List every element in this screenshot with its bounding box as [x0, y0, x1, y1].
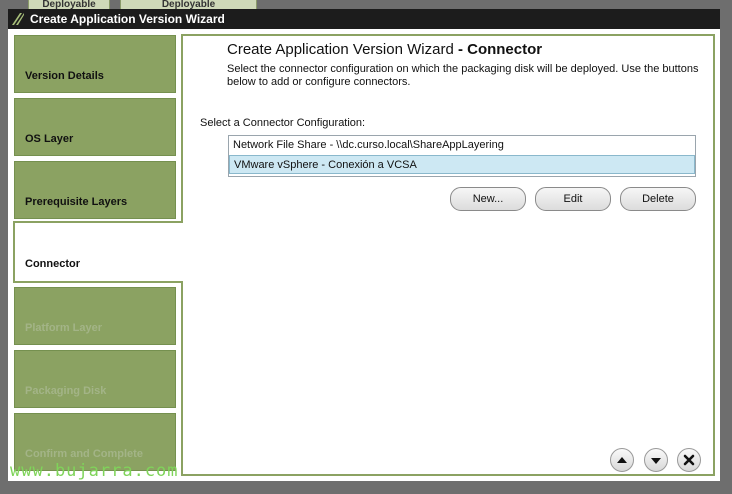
connector-select-label: Select a Connector Configuration:: [200, 117, 366, 129]
window-title: Create Application Version Wizard: [30, 12, 225, 26]
previous-step-button[interactable]: [610, 448, 634, 472]
arrow-down-icon: [651, 458, 661, 464]
step-label: Packaging Disk: [25, 385, 107, 397]
page-title: Create Application Version Wizard - Conn…: [227, 41, 542, 58]
arrow-up-icon: [617, 457, 627, 463]
wizard-dialog: Version Details OS Layer Prerequisite La…: [8, 29, 720, 481]
close-wizard-button[interactable]: [677, 448, 701, 472]
new-connector-button[interactable]: New...: [450, 187, 526, 211]
step-label: Prerequisite Layers: [25, 196, 128, 208]
page-description: Select the connector configuration on wh…: [227, 63, 699, 88]
step-platform-layer: Platform Layer: [14, 287, 176, 345]
window-titlebar: Create Application Version Wizard: [8, 9, 720, 29]
edit-connector-button[interactable]: Edit: [535, 187, 611, 211]
step-prerequisite-layers[interactable]: Prerequisite Layers: [14, 161, 176, 219]
page-title-step: - Connector: [457, 41, 543, 58]
step-label: Confirm and Complete: [25, 448, 143, 460]
unidesk-logo-icon: [11, 12, 25, 26]
step-packaging-disk: Packaging Disk: [14, 350, 176, 408]
step-label: OS Layer: [25, 133, 74, 145]
step-version-details[interactable]: Version Details: [14, 35, 176, 93]
page-title-prefix: Create Application Version Wizard: [227, 41, 454, 58]
wizard-steps-nav: Version Details OS Layer Prerequisite La…: [8, 29, 183, 481]
delete-connector-button[interactable]: Delete: [620, 187, 696, 211]
step-label: Platform Layer: [25, 322, 103, 334]
step-label: Version Details: [25, 70, 104, 82]
step-label: Connector: [25, 258, 80, 270]
site-watermark: www.bujarra.com: [10, 461, 179, 481]
connector-item-vmware-vsphere[interactable]: VMware vSphere - Conexión a VCSA: [229, 155, 695, 174]
connector-item-network-file-share[interactable]: Network File Share - \\dc.curso.local\Sh…: [229, 136, 695, 155]
step-os-layer[interactable]: OS Layer: [14, 98, 176, 156]
content-panel: Create Application Version Wizard - Conn…: [183, 34, 715, 476]
step-connector[interactable]: Connector: [13, 221, 183, 283]
close-icon: [683, 454, 695, 466]
next-step-button[interactable]: [644, 448, 668, 472]
connector-list[interactable]: Network File Share - \\dc.curso.local\Sh…: [228, 135, 696, 177]
